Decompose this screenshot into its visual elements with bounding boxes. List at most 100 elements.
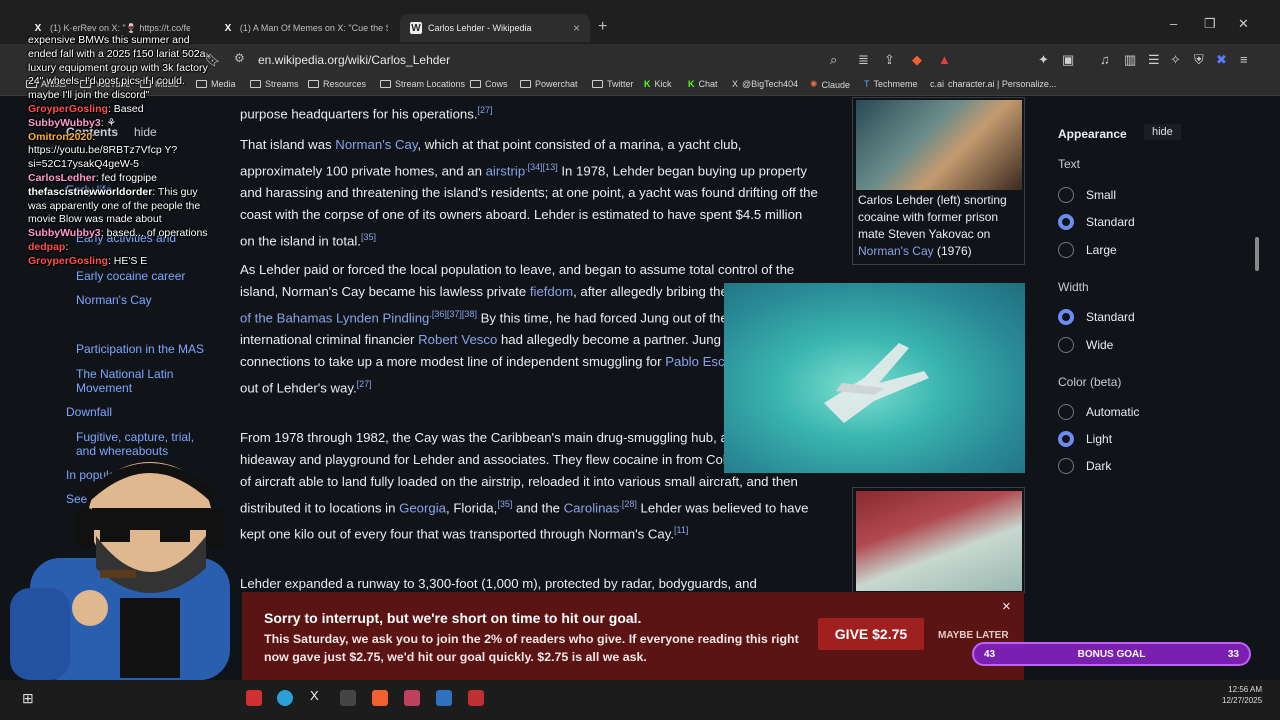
bookmark-claude[interactable]: ✺ Claude xyxy=(810,79,850,90)
radio-text-large[interactable]: Large xyxy=(1058,242,1117,258)
chat-message: dedpap: xyxy=(28,240,69,253)
bookmark-folder[interactable]: Cows xyxy=(470,79,508,89)
app-icon[interactable] xyxy=(404,690,420,706)
wallet-icon[interactable]: ▣ xyxy=(1062,52,1074,68)
chat-message: thefascistnewworldorder: This guy was ap… xyxy=(28,185,201,226)
brave-icon[interactable] xyxy=(372,690,388,706)
browser-tab-active[interactable]: W Carlos Lehder - Wikipedia × xyxy=(400,14,590,42)
menu-icon[interactable]: ≡ xyxy=(1240,52,1248,67)
radio-width-standard[interactable]: Standard xyxy=(1058,309,1135,325)
link-normans-cay[interactable]: Norman's Cay xyxy=(335,137,417,152)
site-settings-icon[interactable]: ⚙ xyxy=(234,51,245,65)
streamer-avatar xyxy=(10,462,230,680)
reference-link[interactable]: [11] xyxy=(674,525,688,535)
chat-message: Omitron2020: https://youtu.be/8RBTz7Vfcp… xyxy=(28,130,178,171)
toc-item[interactable]: Early cocaine career xyxy=(76,269,185,283)
reader-icon[interactable]: ≣ xyxy=(858,52,869,68)
radio-text-small[interactable]: Small xyxy=(1058,187,1116,203)
x-app-icon[interactable]: X xyxy=(310,688,319,703)
toc-item[interactable]: Downfall xyxy=(66,405,112,419)
give-button[interactable]: GIVE $2.75 xyxy=(818,618,924,650)
link-fiefdom[interactable]: fiefdom xyxy=(530,284,573,299)
brave-shield-icon[interactable]: ◆ xyxy=(912,52,922,68)
reference-link[interactable]: [27] xyxy=(478,105,493,115)
link-normans-cay[interactable]: Norman's Cay xyxy=(858,244,934,258)
steam-icon[interactable] xyxy=(436,690,452,706)
bookmark-folder[interactable]: Twitter xyxy=(592,79,634,89)
chat-message: SubbyWubby3: ⚘ xyxy=(28,116,116,129)
radio-width-wide[interactable]: Wide xyxy=(1058,337,1113,353)
kick-icon: K xyxy=(688,79,695,89)
reference-link[interactable]: .[34][13] xyxy=(525,162,558,172)
app-icon[interactable] xyxy=(340,690,356,706)
radio-checked-icon xyxy=(1058,214,1074,230)
radio-color-automatic[interactable]: Automatic xyxy=(1058,404,1139,420)
figure-caption: Carlos Lehder (left) snorting cocaine wi… xyxy=(858,193,1007,258)
bookmark-bigtech[interactable]: X @BigTech404 xyxy=(732,79,798,89)
bookmark-folder[interactable]: Stream Locations xyxy=(380,79,465,89)
profile-icon[interactable]: ✖ xyxy=(1216,52,1227,68)
x-logo-icon: X xyxy=(34,22,42,34)
maybe-later-button[interactable]: MAYBE LATER xyxy=(938,630,1009,641)
extensions-icon[interactable]: ✦ xyxy=(1038,52,1049,68)
radio-unchecked-icon xyxy=(1058,337,1074,353)
chat-message: SubbyWubby3: based... of operations xyxy=(28,227,208,240)
windows-start-icon[interactable]: ⊞ xyxy=(22,690,34,707)
photo-lehder[interactable] xyxy=(856,100,1022,190)
close-window-icon[interactable]: ✕ xyxy=(1238,16,1249,32)
new-tab-button[interactable]: + xyxy=(598,18,607,36)
radio-color-dark[interactable]: Dark xyxy=(1058,458,1111,474)
address-bar[interactable]: ⚙ en.wikipedia.org/wiki/Carlos_Lehder xyxy=(226,48,966,72)
link-robert-vesco[interactable]: Robert Vesco xyxy=(418,332,497,347)
vpn-icon[interactable]: ⛨ xyxy=(1194,52,1204,68)
photo-aerial[interactable] xyxy=(856,491,1022,591)
rewards-icon[interactable]: ▲ xyxy=(938,52,951,67)
tab-title: (1) A Man Of Memes on X: "Cue the Smalle… xyxy=(239,23,388,33)
minimize-icon[interactable]: – xyxy=(1170,16,1177,31)
share-icon[interactable]: ⇪ xyxy=(884,52,895,68)
link-carolinas[interactable]: Carolinas xyxy=(564,500,620,515)
bookmark-folder[interactable]: Powerchat xyxy=(520,79,578,89)
maximize-icon[interactable]: ❐ xyxy=(1204,16,1216,32)
appearance-panel: Appearance hide Text Small Standard Larg… xyxy=(1058,124,1248,474)
reading-list-icon[interactable]: ☰ xyxy=(1148,52,1160,68)
zoom-icon[interactable]: ⌕ xyxy=(830,52,837,68)
toc-item[interactable]: Participation in the MAS xyxy=(76,342,204,356)
bookmark-folder[interactable]: Resources xyxy=(308,79,366,89)
reference-link[interactable]: .[36][37][38] xyxy=(429,309,477,319)
banner-title: Sorry to interrupt, but we're short on t… xyxy=(264,610,642,626)
toc-item[interactable]: Norman's Cay xyxy=(76,293,152,307)
bookmark-folder[interactable]: Streams xyxy=(250,79,299,89)
browser-tab[interactable]: X (1) A Man Of Memes on X: "Cue the Smal… xyxy=(212,14,398,42)
sidebar-icon[interactable]: ▥ xyxy=(1124,52,1136,68)
appearance-hide-button[interactable]: hide xyxy=(1144,124,1181,140)
photo-plane-wreck[interactable] xyxy=(724,283,1025,473)
close-tab-icon[interactable]: × xyxy=(573,21,580,35)
close-icon[interactable]: × xyxy=(1002,598,1011,615)
app-icon[interactable] xyxy=(468,690,484,706)
radio-text-standard[interactable]: Standard xyxy=(1058,214,1135,230)
link-georgia[interactable]: Georgia xyxy=(399,500,446,515)
reference-link[interactable]: [35] xyxy=(361,232,376,242)
taskbar: ⊞ X xyxy=(0,680,1280,720)
telegram-icon[interactable] xyxy=(277,690,293,706)
reference-link[interactable]: .[28] xyxy=(619,499,637,509)
media-icon[interactable]: ♫ xyxy=(1100,52,1110,67)
leo-icon[interactable]: ✧ xyxy=(1170,52,1181,68)
bonus-goal-bar: 43 BONUS GOAL 33 xyxy=(972,642,1251,666)
appearance-title: Appearance xyxy=(1058,127,1127,141)
reference-link[interactable]: [35] xyxy=(497,499,512,509)
bookmark-characterai[interactable]: c.ai character.ai | Personalize... xyxy=(930,79,1056,89)
reference-link[interactable]: [27] xyxy=(357,379,372,389)
toc-item[interactable]: The National Latin Movement xyxy=(76,367,196,395)
link-airstrip[interactable]: airstrip xyxy=(486,163,526,178)
toc-item[interactable]: Fugitive, capture, trial, and whereabout… xyxy=(76,430,204,458)
radio-color-light[interactable]: Light xyxy=(1058,431,1112,447)
figure-aerial xyxy=(852,487,1025,593)
page-scrollbar[interactable] xyxy=(1255,237,1259,271)
bookmark-chat[interactable]: K Chat xyxy=(688,79,718,89)
donation-banner: Sorry to interrupt, but we're short on t… xyxy=(242,592,1024,680)
bookmark-kick[interactable]: K Kick xyxy=(644,79,672,89)
record-app-icon[interactable] xyxy=(246,690,262,706)
bookmark-techmeme[interactable]: T Techmeme xyxy=(864,79,918,89)
